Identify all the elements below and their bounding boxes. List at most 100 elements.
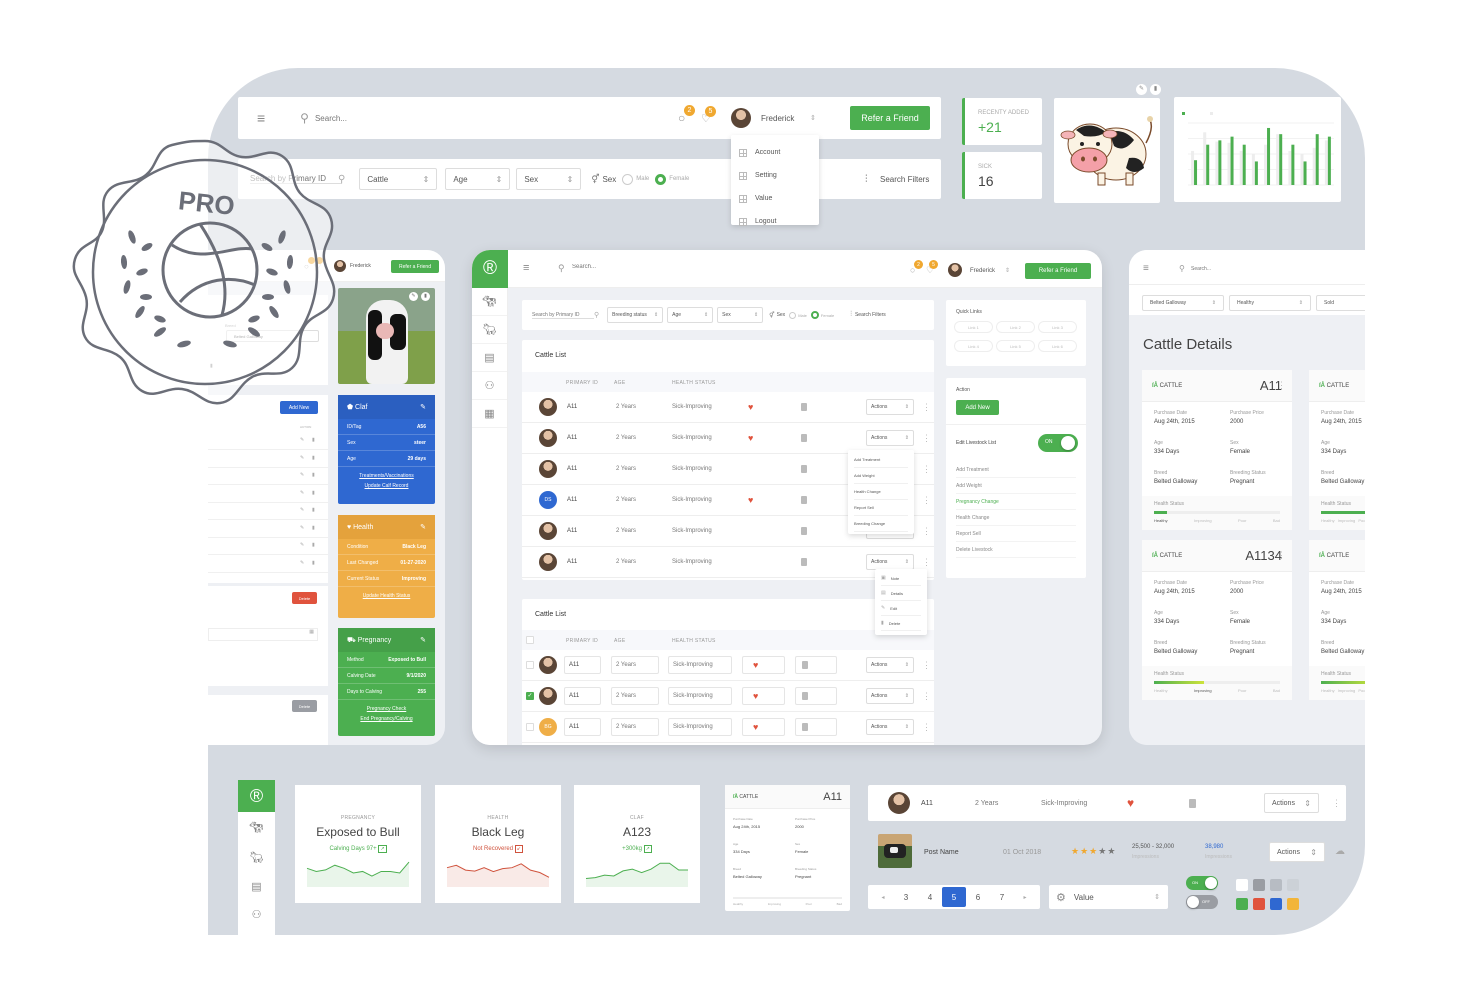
row-checkbox[interactable] bbox=[526, 661, 534, 669]
breed-filter-select[interactable]: Belted Galloway ⇕ bbox=[1142, 295, 1224, 311]
sex-select[interactable]: Sex ⇕ bbox=[516, 168, 582, 190]
delete-icon[interactable]: ▮ bbox=[312, 542, 315, 548]
primary-id-search-input[interactable] bbox=[532, 311, 594, 319]
female-radio[interactable] bbox=[655, 173, 667, 185]
delete-icon[interactable]: ▮ bbox=[312, 507, 315, 513]
color-swatch[interactable] bbox=[1253, 898, 1265, 910]
edit-icon[interactable]: ✎ bbox=[420, 523, 426, 531]
row-menu-item[interactable]: ✎ Edit bbox=[881, 601, 921, 616]
quick-link[interactable]: Link 6 bbox=[1038, 340, 1077, 352]
actions-select[interactable]: Actions ⇕ bbox=[866, 688, 914, 704]
health-status-field[interactable]: Sick-Improving bbox=[668, 718, 732, 736]
sidebar-item-grid[interactable]: ▦ bbox=[472, 400, 507, 428]
logo-icon[interactable]: ® bbox=[238, 780, 275, 812]
heart-icon[interactable]: ♥ bbox=[748, 495, 753, 505]
delete-icon[interactable]: ▮ bbox=[312, 437, 315, 443]
prev-page-button[interactable]: ◂ bbox=[872, 887, 894, 907]
page-button[interactable]: 6 bbox=[966, 887, 990, 907]
row-menu-item[interactable]: ▣ Note bbox=[881, 571, 921, 586]
health-field[interactable]: ♥ bbox=[742, 718, 785, 736]
action-item[interactable]: Add Treatment bbox=[956, 462, 1076, 478]
document-icon[interactable] bbox=[1189, 798, 1196, 808]
sidebar-item-cattle[interactable]: 🐄︎ bbox=[238, 812, 275, 842]
health-filter-select[interactable]: Healthy ⇕ bbox=[1229, 295, 1311, 311]
color-swatch[interactable] bbox=[1287, 879, 1299, 891]
hamburger-icon[interactable]: ≡ bbox=[257, 110, 265, 126]
age-select[interactable]: Age ⇕ bbox=[667, 307, 714, 323]
action-item[interactable]: Pregnancy Change bbox=[956, 494, 1076, 510]
star-rating[interactable]: ★★★★★ bbox=[1071, 846, 1116, 857]
document-icon[interactable] bbox=[801, 558, 807, 566]
age-field[interactable]: 2 Years bbox=[611, 718, 659, 736]
sidebar-item-herd[interactable]: 🐂︎ bbox=[238, 842, 275, 872]
health-field[interactable]: ♥ bbox=[742, 687, 785, 705]
delete-button[interactable]: Delete bbox=[292, 592, 317, 604]
sidebar-item-herd[interactable]: 🐂︎ bbox=[472, 316, 507, 344]
edit-icon[interactable]: ✎ bbox=[300, 525, 304, 531]
delete-icon[interactable]: ▮ bbox=[312, 525, 315, 531]
page-button[interactable]: 4 bbox=[918, 887, 942, 907]
table-row[interactable]: ✓ A11 2 Years Sick-Improving ♥ Actions ⇕ ⋮ bbox=[522, 681, 934, 712]
edit-icon[interactable]: ✎ bbox=[1136, 84, 1147, 95]
sidebar-item-reports[interactable]: ▤ bbox=[238, 872, 275, 900]
sidebar-item-users[interactable]: ⚇ bbox=[238, 900, 275, 928]
update-calf-record-link[interactable]: Update Calf Record bbox=[338, 483, 435, 489]
age-field[interactable]: 2 Years bbox=[611, 656, 659, 674]
star-empty-icon[interactable]: ★ bbox=[1107, 846, 1116, 856]
color-swatch[interactable] bbox=[1253, 879, 1265, 891]
menu-item-account[interactable]: Account bbox=[739, 141, 811, 164]
delete-icon[interactable]: ▮ bbox=[421, 292, 430, 301]
row-menu-item[interactable]: ▤ Details bbox=[881, 586, 921, 601]
health-status-field[interactable]: Sick-Improving bbox=[668, 656, 732, 674]
refer-friend-button[interactable]: Refer a Friend bbox=[391, 260, 439, 273]
pregnancy-check-link[interactable]: Pregnancy Check bbox=[338, 706, 435, 712]
color-swatch[interactable] bbox=[1236, 879, 1248, 891]
action-item[interactable]: Health Change bbox=[956, 510, 1076, 526]
user-name[interactable]: Frederick bbox=[761, 114, 794, 123]
logo-icon[interactable]: ® bbox=[472, 250, 508, 288]
quick-link[interactable]: Link 5 bbox=[996, 340, 1035, 352]
row-checkbox[interactable] bbox=[526, 723, 534, 731]
actions-menu-item[interactable]: Breeding Change bbox=[854, 516, 908, 532]
primary-id-field[interactable]: A11 bbox=[564, 718, 601, 736]
color-swatch[interactable] bbox=[1236, 898, 1248, 910]
quick-link[interactable]: Link 1 bbox=[954, 321, 993, 333]
document-icon[interactable] bbox=[801, 434, 807, 442]
edit-icon[interactable]: ✎ bbox=[300, 507, 304, 513]
male-radio[interactable] bbox=[789, 311, 797, 319]
row-menu-item[interactable]: ▮ Delete bbox=[881, 616, 921, 631]
table-row[interactable]: A11 2 Years Sick-Improving ♥ Actions ⇕ ⋮ bbox=[522, 392, 934, 423]
sidebar-item-users[interactable]: ⚇ bbox=[472, 372, 507, 400]
color-swatch[interactable] bbox=[1287, 898, 1299, 910]
user-avatar[interactable] bbox=[948, 263, 962, 277]
edit-icon[interactable]: ✎ bbox=[409, 292, 418, 301]
caret-icon[interactable]: ⇕ bbox=[1005, 267, 1010, 274]
edit-icon[interactable]: ✎ bbox=[420, 636, 426, 644]
menu-item-value[interactable]: Value bbox=[739, 187, 811, 210]
user-name[interactable]: Frederick bbox=[970, 268, 995, 274]
document-field[interactable] bbox=[795, 718, 837, 736]
cloud-download-icon[interactable]: ☁ bbox=[1335, 846, 1345, 857]
male-radio[interactable] bbox=[622, 173, 634, 185]
female-radio[interactable] bbox=[810, 311, 819, 319]
document-icon[interactable] bbox=[801, 527, 807, 535]
more-options-icon[interactable]: ⋮ bbox=[922, 402, 931, 413]
actions-select[interactable]: Actions ⇕ bbox=[866, 399, 914, 415]
page-button-active[interactable]: 5 bbox=[942, 887, 966, 907]
search-input[interactable] bbox=[1191, 266, 1271, 272]
page-button[interactable]: 3 bbox=[894, 887, 918, 907]
breeding-status-select[interactable]: Breeding status ⇕ bbox=[607, 307, 664, 323]
quick-link[interactable]: Link 3 bbox=[1038, 321, 1077, 333]
heart-icon[interactable]: ♥ bbox=[748, 433, 753, 443]
hamburger-icon[interactable]: ≡ bbox=[1143, 263, 1149, 274]
delete-button[interactable]: Delete bbox=[292, 700, 317, 712]
more-options-icon[interactable]: ⋮ bbox=[922, 691, 931, 702]
actions-select[interactable]: Actions ⇕ bbox=[866, 430, 914, 446]
action-item[interactable]: Delete Livestock bbox=[956, 542, 1076, 558]
color-swatch[interactable] bbox=[1270, 898, 1282, 910]
more-options-icon[interactable]: ⋮ bbox=[922, 722, 931, 733]
edit-icon[interactable]: ✎ bbox=[300, 455, 304, 461]
end-pregnancy-link[interactable]: End Pregnancy/Calving bbox=[338, 716, 435, 722]
edit-livestock-toggle[interactable]: ON bbox=[1038, 434, 1078, 452]
actions-menu-item[interactable]: Health Change bbox=[854, 484, 908, 500]
